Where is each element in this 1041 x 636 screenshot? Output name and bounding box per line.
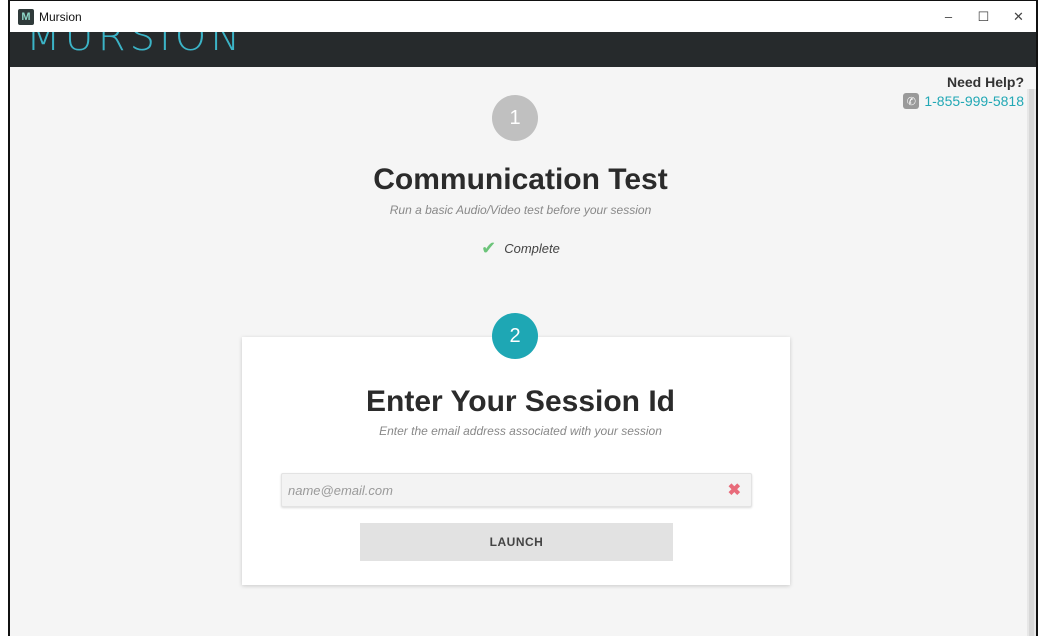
session-id-subtitle: Enter the email address associated with … bbox=[379, 424, 662, 438]
launch-button[interactable]: LAUNCH bbox=[360, 523, 673, 561]
communication-test-title: Communication Test bbox=[373, 163, 668, 196]
close-button[interactable]: ✕ bbox=[1001, 1, 1036, 32]
window-controls: – ☐ ✕ bbox=[931, 1, 1036, 32]
phone-icon: ✆ bbox=[903, 93, 920, 109]
communication-test-subtitle: Run a basic Audio/Video test before your… bbox=[389, 203, 652, 217]
app-header: MURSION bbox=[10, 32, 1036, 67]
help-phone-link[interactable]: 1-855-999-5818 bbox=[924, 93, 1024, 109]
help-panel: Need Help? ✆ 1-855-999-5818 bbox=[903, 74, 1024, 109]
help-title: Need Help? bbox=[946, 74, 1024, 90]
session-id-title: Enter Your Session Id bbox=[366, 385, 675, 418]
title-bar: M Mursion – ☐ ✕ bbox=[10, 1, 1036, 32]
close-icon[interactable]: ✖ bbox=[728, 480, 741, 500]
email-field-container: ✖ bbox=[281, 473, 752, 507]
minimize-button[interactable]: – bbox=[931, 1, 966, 32]
brand-logo: MURSION bbox=[26, 32, 245, 60]
step-1-indicator: 1 bbox=[492, 95, 538, 141]
check-icon: ✔ bbox=[481, 238, 497, 258]
status-label: Complete bbox=[504, 241, 560, 256]
mursion-app-icon: M bbox=[18, 8, 34, 25]
email-field[interactable] bbox=[282, 474, 712, 506]
maximize-button[interactable]: ☐ bbox=[966, 1, 1001, 32]
communication-test-status: ✔ Complete bbox=[0, 238, 1041, 259]
help-phone-line: ✆ 1-855-999-5818 bbox=[903, 93, 1024, 109]
step-2-indicator: 2 bbox=[492, 313, 538, 359]
window-title: Mursion bbox=[39, 9, 82, 24]
